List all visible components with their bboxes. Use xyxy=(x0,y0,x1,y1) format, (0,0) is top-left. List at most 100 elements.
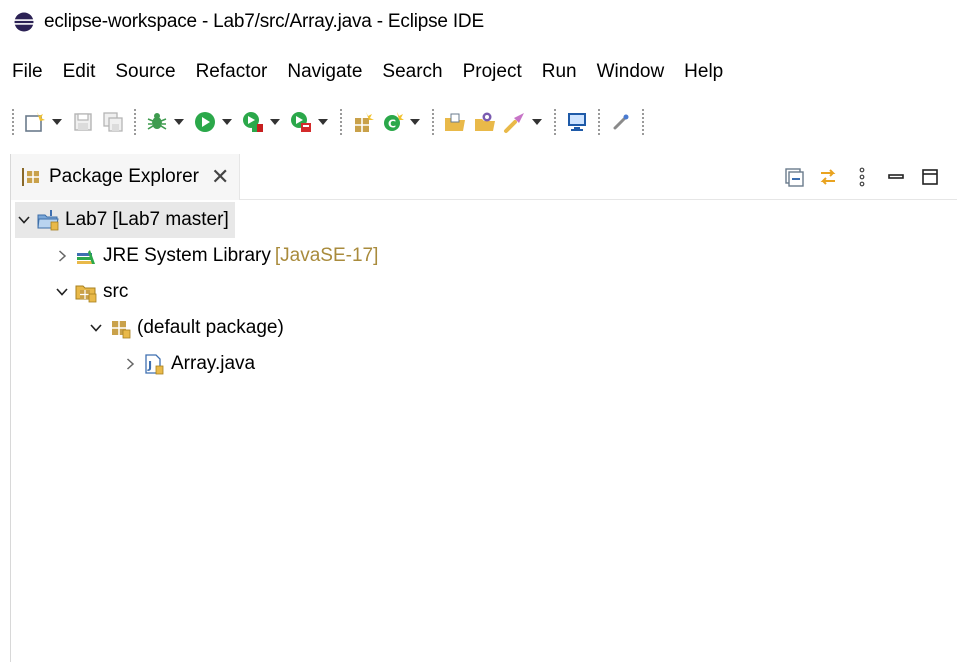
package-explorer-icon xyxy=(22,167,39,186)
highlighter-icon xyxy=(613,114,629,130)
new-dropdown[interactable] xyxy=(50,107,64,137)
new-class-dropdown[interactable] xyxy=(408,107,422,137)
collapse-all-button[interactable] xyxy=(777,162,811,192)
toolbar-separator xyxy=(598,109,600,135)
jre-version-decoration: [JavaSE-17] xyxy=(274,245,379,266)
tree-item-src-folder[interactable]: src xyxy=(53,274,128,310)
package-icon xyxy=(112,321,131,339)
link-with-editor-button[interactable] xyxy=(811,162,845,192)
dropdown-arrow-icon xyxy=(174,119,184,125)
menu-file[interactable]: File xyxy=(0,52,53,92)
tree-item-src-label: src xyxy=(103,281,129,302)
open-type-icon xyxy=(445,113,465,131)
external-tools-icon xyxy=(291,112,311,132)
toolbar-separator xyxy=(432,109,434,135)
minimize-button[interactable] xyxy=(879,162,913,192)
menu-refactor[interactable]: Refactor xyxy=(186,52,278,92)
link-with-editor-icon xyxy=(820,168,836,185)
monitor-icon xyxy=(568,113,586,131)
vertical-dots-icon xyxy=(859,167,865,186)
new-java-class-button[interactable]: C xyxy=(378,107,408,137)
open-task-icon xyxy=(475,112,495,131)
eclipse-icon xyxy=(14,12,34,32)
menu-run[interactable]: Run xyxy=(532,52,587,92)
new-java-package-button[interactable] xyxy=(348,107,378,137)
coverage-dropdown[interactable] xyxy=(268,107,282,137)
chevron-down-icon[interactable] xyxy=(87,319,105,337)
new-file-icon xyxy=(25,112,45,132)
toggle-mark-occurrences-button[interactable] xyxy=(606,107,636,137)
java-file-icon: J xyxy=(145,354,164,375)
new-button[interactable] xyxy=(20,107,50,137)
save-all-button[interactable] xyxy=(98,107,128,137)
chevron-down-icon[interactable] xyxy=(15,211,33,229)
toolbar-separator xyxy=(12,109,14,135)
run-dropdown[interactable] xyxy=(220,107,234,137)
package-explorer-tab[interactable]: Package Explorer ✕ xyxy=(11,153,241,200)
package-explorer-view: Package Explorer ✕ Lab7 [Lab7 master] JR… xyxy=(10,153,957,662)
search-dropdown[interactable] xyxy=(530,107,544,137)
new-package-icon xyxy=(355,112,374,132)
dropdown-arrow-icon xyxy=(52,119,62,125)
library-books-icon xyxy=(77,250,95,264)
toolbar-separator xyxy=(642,109,644,135)
run-button[interactable] xyxy=(190,107,220,137)
menu-source[interactable]: Source xyxy=(105,52,185,92)
save-icon xyxy=(74,113,92,131)
view-menu-button[interactable] xyxy=(845,162,879,192)
view-tab-bar: Package Explorer ✕ xyxy=(11,153,957,200)
maximize-icon xyxy=(922,168,938,185)
run-play-icon xyxy=(195,112,215,132)
flashlight-search-icon xyxy=(504,113,524,133)
view-actions xyxy=(777,162,957,192)
close-icon[interactable]: ✕ xyxy=(211,165,229,188)
collapse-all-icon xyxy=(785,167,804,187)
menu-search[interactable]: Search xyxy=(372,52,452,92)
tree-item-default-package[interactable]: (default package) xyxy=(87,310,284,346)
new-class-icon: C xyxy=(384,112,404,131)
dropdown-arrow-icon xyxy=(318,119,328,125)
tree-item-project-label: Lab7 [Lab7 master] xyxy=(65,209,229,230)
coverage-icon xyxy=(243,112,263,132)
tree-item-package-label: (default package) xyxy=(137,317,284,338)
coverage-button[interactable] xyxy=(238,107,268,137)
external-tools-dropdown[interactable] xyxy=(316,107,330,137)
title-bar: eclipse-workspace - Lab7/src/Array.java … xyxy=(0,0,957,44)
open-task-button[interactable] xyxy=(470,107,500,137)
package-explorer-tab-label: Package Explorer xyxy=(49,165,199,187)
maximize-button[interactable] xyxy=(913,162,947,192)
chevron-right-icon[interactable] xyxy=(121,355,139,373)
menu-window[interactable]: Window xyxy=(587,52,675,92)
window-title: eclipse-workspace - Lab7/src/Array.java … xyxy=(44,11,484,32)
menu-help[interactable]: Help xyxy=(674,52,733,92)
save-all-icon xyxy=(103,112,123,132)
menu-edit[interactable]: Edit xyxy=(53,52,106,92)
menu-project[interactable]: Project xyxy=(453,52,532,92)
svg-text:J: J xyxy=(147,359,152,372)
debug-button[interactable] xyxy=(142,107,172,137)
open-console-button[interactable] xyxy=(562,107,592,137)
external-tools-button[interactable] xyxy=(286,107,316,137)
tree-item-project[interactable]: Lab7 [Lab7 master] xyxy=(15,202,235,238)
save-button[interactable] xyxy=(68,107,98,137)
tree-item-file-label: Array.java xyxy=(171,353,256,374)
menu-navigate[interactable]: Navigate xyxy=(277,52,372,92)
dropdown-arrow-icon xyxy=(222,119,232,125)
menu-bar: File Edit Source Refactor Navigate Searc… xyxy=(0,52,957,92)
chevron-right-icon[interactable] xyxy=(53,247,71,265)
source-folder-icon xyxy=(75,285,97,303)
toolbar-separator xyxy=(554,109,556,135)
debug-dropdown[interactable] xyxy=(172,107,186,137)
search-button[interactable] xyxy=(500,107,530,137)
tree-item-array-java[interactable]: J Array.java xyxy=(121,346,255,382)
chevron-down-icon[interactable] xyxy=(53,283,71,301)
open-type-button[interactable] xyxy=(440,107,470,137)
tree-item-jre-library[interactable]: JRE System Library [JavaSE-17] xyxy=(53,238,378,274)
toolbar-separator xyxy=(340,109,342,135)
project-folder-icon xyxy=(37,210,59,231)
dropdown-arrow-icon xyxy=(532,119,542,125)
dropdown-arrow-icon xyxy=(410,119,420,125)
minimize-icon xyxy=(888,173,904,179)
tree-item-jre-label: JRE System Library xyxy=(103,245,271,266)
dropdown-arrow-icon xyxy=(270,119,280,125)
